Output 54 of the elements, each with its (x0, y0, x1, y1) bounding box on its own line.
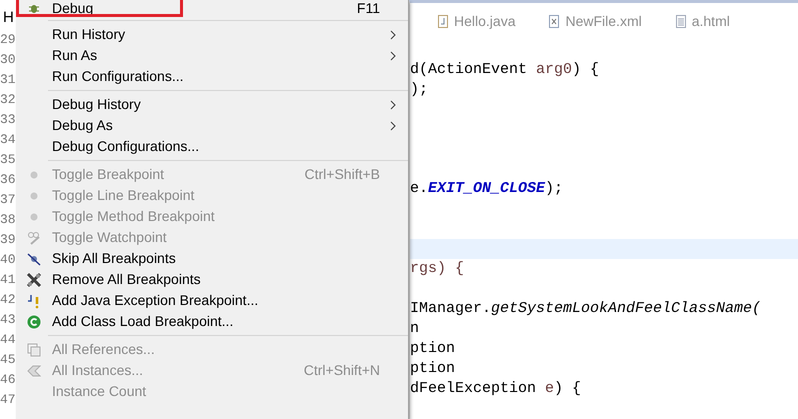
menu-item[interactable]: Run History (16, 24, 408, 45)
code-line: dFeelException e) { (410, 380, 582, 398)
code-line: ption (410, 360, 456, 378)
dot-icon (30, 192, 38, 200)
menu-item[interactable]: Skip All Breakpoints (16, 248, 408, 269)
line-number: 31 (0, 71, 16, 89)
line-number: 43 (0, 311, 16, 329)
line-number: 42 (0, 291, 16, 309)
line-number: 40 (0, 251, 16, 269)
line-number: 37 (0, 191, 16, 209)
menu-item[interactable]: Debug Configurations... (16, 136, 408, 157)
line-number: 41 (0, 271, 16, 289)
menu-item[interactable]: Run As (16, 45, 408, 66)
windows-icon (27, 342, 41, 356)
dot-icon (30, 212, 38, 220)
line-number: 44 (0, 331, 16, 349)
line-number: 47 (0, 391, 16, 409)
menu-item[interactable]: Add Java Exception Breakpoint... (16, 290, 408, 311)
line-number: 30 (0, 51, 16, 69)
line-number: 33 (0, 111, 16, 129)
line-number: 32 (0, 91, 16, 109)
j-exclamation-icon (27, 292, 41, 308)
line-number: 38 (0, 211, 16, 229)
crossed-dot-icon (27, 252, 41, 266)
menu-item[interactable]: Add Class Load Breakpoint... (16, 311, 408, 332)
line-number: 46 (0, 371, 16, 389)
code-line: ); (410, 80, 428, 98)
menu-item[interactable]: Remove All Breakpoints (16, 269, 408, 290)
line-number: 39 (0, 231, 16, 249)
line-number: 29 (0, 31, 16, 49)
menu-item[interactable]: Debug As (16, 115, 408, 136)
xml-file-icon (549, 14, 560, 28)
line-number: 45 (0, 351, 16, 369)
code-line: IManager.getSystemLookAndFeelClassName( (410, 300, 762, 318)
menu-item[interactable]: Run Configurations... (16, 66, 408, 87)
editor-tab[interactable]: H (3, 10, 14, 26)
dot-icon (30, 170, 38, 178)
code-line: e.EXIT_ON_CLOSE); (410, 180, 564, 198)
class-icon (27, 314, 41, 328)
menu-item[interactable]: Debug F11 (16, 0, 408, 17)
glasses-icon (27, 230, 41, 244)
bug-icon (28, 4, 40, 14)
line-number: 35 (0, 151, 16, 169)
cross-icon (26, 272, 42, 288)
line-number: 36 (0, 171, 16, 189)
diamond-icon (27, 364, 41, 376)
code-line: ption (410, 340, 456, 358)
code-line: d(ActionEvent arg0) { (410, 60, 600, 78)
code-line: n (410, 320, 420, 338)
line-number: 34 (0, 131, 16, 149)
code-line: rgs) { (410, 260, 464, 278)
file-icon (676, 14, 686, 28)
java-file-icon (438, 14, 448, 28)
menu-item[interactable]: Debug History (16, 94, 408, 115)
